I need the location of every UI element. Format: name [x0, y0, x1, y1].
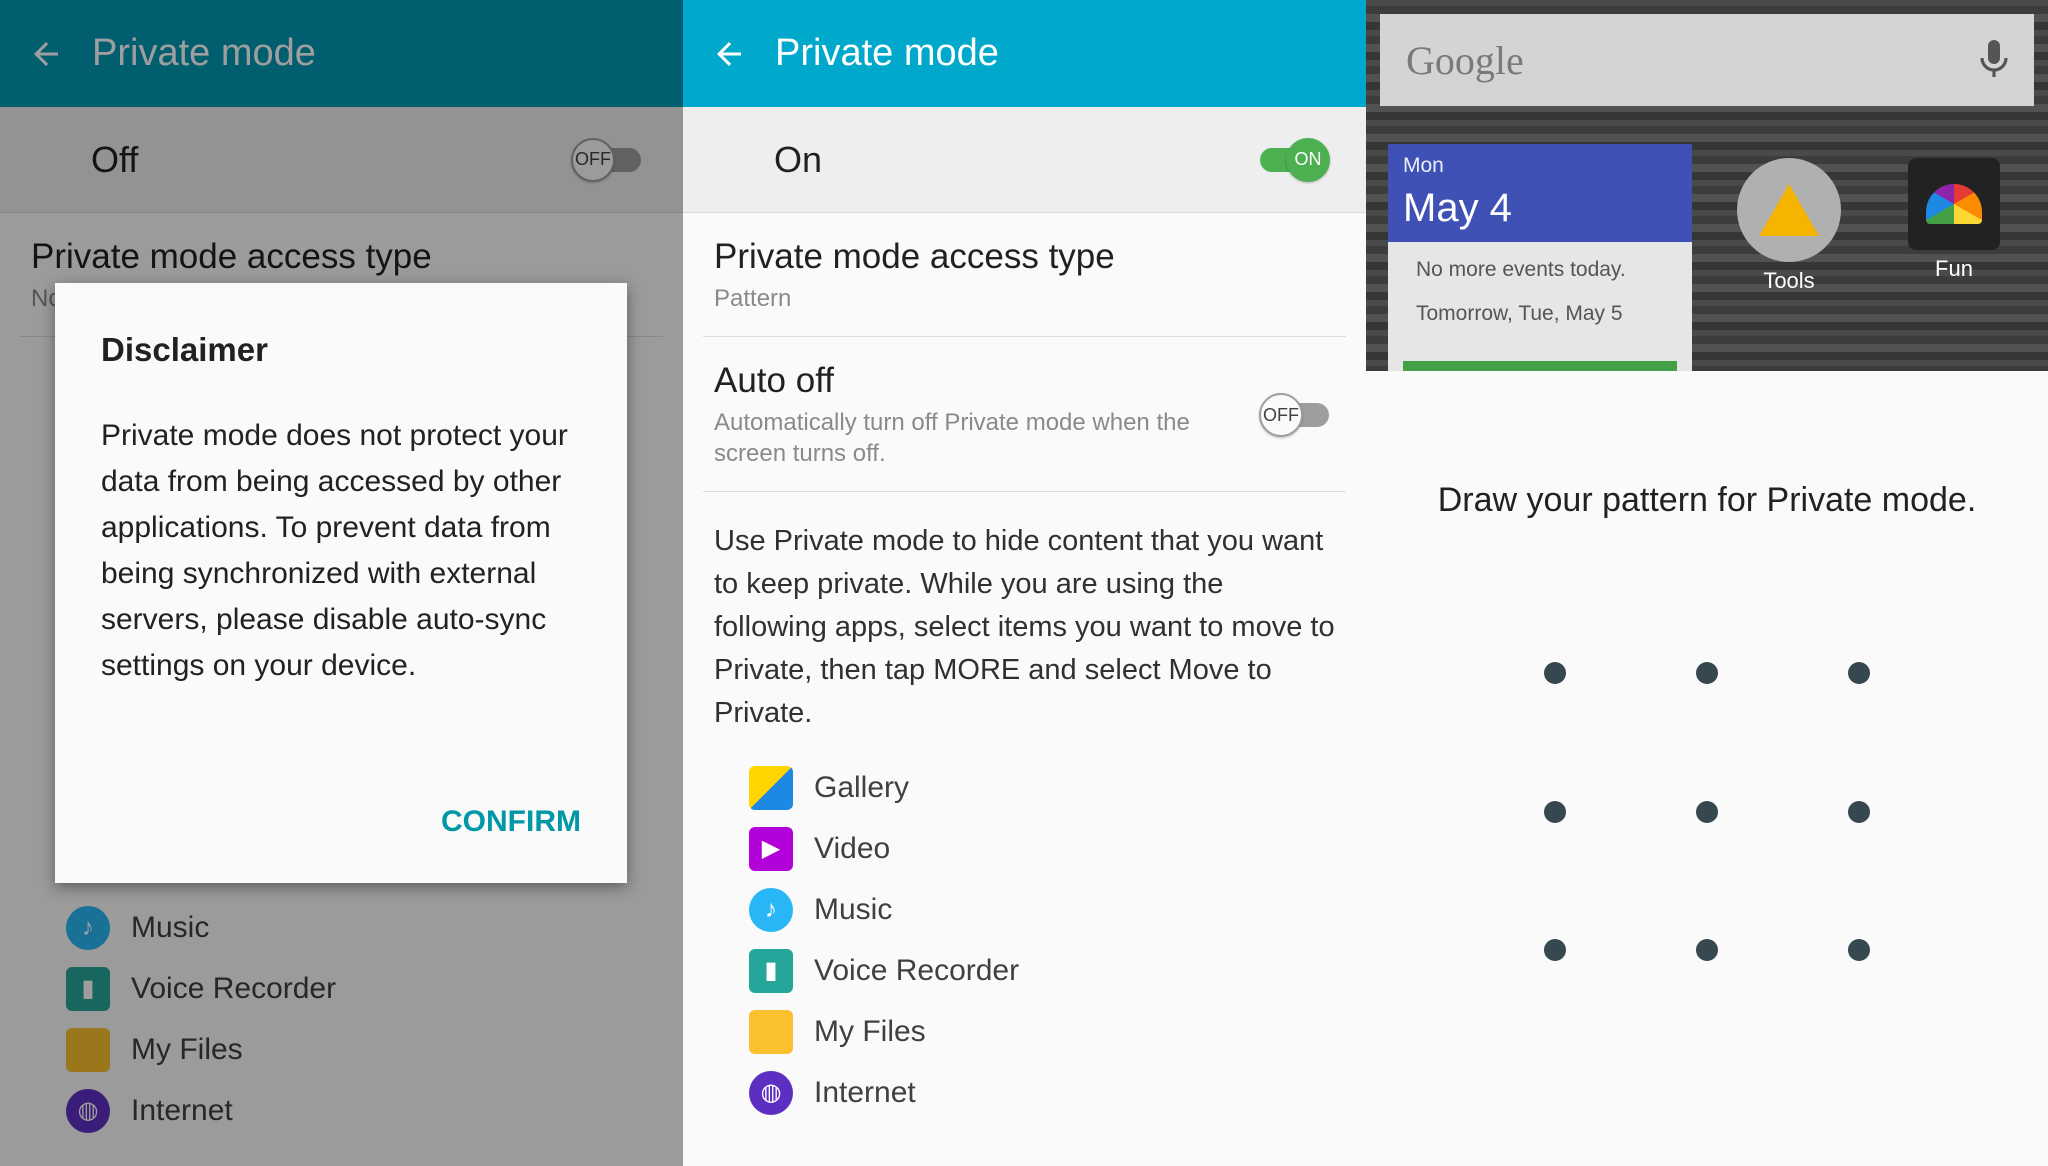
- pattern-dot[interactable]: [1696, 801, 1718, 823]
- calendar-day: Mon: [1403, 154, 1444, 177]
- app-item-video: ▶ Video: [749, 818, 1366, 879]
- auto-off-toggle[interactable]: OFF: [1259, 393, 1335, 437]
- toggle-knob: OFF: [1259, 393, 1303, 437]
- pattern-dot[interactable]: [1848, 939, 1870, 961]
- calendar-event: No more events today.: [1416, 258, 1626, 281]
- app-name: Video: [814, 831, 891, 865]
- access-type-title: Private mode access type: [714, 237, 1115, 276]
- access-type-value: Pattern: [714, 285, 792, 312]
- calendar-widget[interactable]: Mon May 4 No more events today. Tomorrow…: [1388, 144, 1692, 371]
- fun-folder-icon: [1908, 158, 2000, 250]
- tools-folder[interactable]: Tools: [1734, 158, 1844, 294]
- page-title: Private mode: [775, 32, 999, 74]
- auto-off-description: Automatically turn off Private mode when…: [714, 409, 1190, 467]
- pattern-dot[interactable]: [1696, 662, 1718, 684]
- gallery-icon: [749, 765, 793, 810]
- back-arrow-icon[interactable]: [683, 36, 775, 72]
- panel-settings: Private mode On ON Private mode access t…: [683, 0, 1366, 1166]
- pattern-dot[interactable]: [1848, 801, 1870, 823]
- auto-off-row[interactable]: Auto off Automatically turn off Private …: [703, 337, 1346, 492]
- voice-recorder-icon: ▮: [749, 948, 793, 993]
- master-toggle[interactable]: ON: [1254, 137, 1330, 182]
- app-list: Gallery ▶ Video ♪ Music ▮ Voice Recorder…: [749, 757, 1366, 1123]
- internet-icon: ◍: [749, 1070, 793, 1115]
- app-item-music: ♪ Music: [749, 879, 1366, 940]
- calendar-event: Tomorrow, Tue, May 5: [1416, 302, 1623, 325]
- tools-folder-icon: [1737, 158, 1841, 262]
- app-item-internet: ◍ Internet: [749, 1062, 1366, 1123]
- microphone-icon[interactable]: [1980, 40, 2008, 80]
- google-search-bar[interactable]: Google: [1380, 14, 2034, 106]
- app-name: Internet: [814, 1075, 916, 1109]
- app-name: My Files: [814, 1014, 926, 1048]
- app-name: Gallery: [814, 770, 910, 804]
- master-switch-row[interactable]: On ON: [683, 107, 1366, 213]
- my-files-icon: [749, 1009, 793, 1054]
- private-mode-description: Use Private mode to hide content that yo…: [714, 525, 1335, 729]
- toggle-knob: ON: [1286, 137, 1330, 182]
- disclaimer-dialog: Disclaimer Private mode does not protect…: [55, 283, 627, 883]
- app-bar: Private mode: [683, 0, 1366, 107]
- shortcut-label: Fun: [1935, 256, 1973, 281]
- google-logo: Google: [1406, 37, 1524, 83]
- app-name: Music: [814, 892, 893, 926]
- pattern-dot[interactable]: [1848, 662, 1870, 684]
- calendar-header: Mon May 4: [1388, 144, 1692, 242]
- pattern-prompt: Draw your pattern for Private mode.: [1437, 481, 1977, 519]
- calendar-date: May 4: [1403, 186, 1512, 230]
- auto-off-text: Auto off Automatically turn off Private …: [714, 361, 1234, 469]
- app-item-gallery: Gallery: [749, 757, 1366, 818]
- panel-pattern: Google Mon May 4 No more events today. T…: [1366, 0, 2048, 1166]
- shortcut-label: Tools: [1763, 268, 1815, 293]
- home-wallpaper: Google Mon May 4 No more events today. T…: [1366, 0, 2048, 371]
- master-switch-label: On: [774, 138, 823, 180]
- music-icon: ♪: [749, 887, 793, 932]
- app-name: Voice Recorder: [814, 953, 1020, 987]
- calendar-bar: [1403, 361, 1677, 371]
- video-icon: ▶: [749, 826, 793, 871]
- auto-off-title: Auto off: [714, 361, 835, 400]
- dialog-body: Private mode does not protect your data …: [101, 419, 568, 682]
- access-type-row[interactable]: Private mode access type Pattern: [703, 213, 1346, 337]
- pattern-dot[interactable]: [1544, 662, 1566, 684]
- pattern-dot[interactable]: [1696, 939, 1718, 961]
- app-item-voice-recorder: ▮ Voice Recorder: [749, 940, 1366, 1001]
- pattern-dot[interactable]: [1544, 801, 1566, 823]
- panel-disclaimer: Private mode Off OFF Private mode access…: [0, 0, 683, 1166]
- dialog-title: Disclaimer: [101, 331, 268, 368]
- app-item-my-files: My Files: [749, 1001, 1366, 1062]
- pattern-dot[interactable]: [1544, 939, 1566, 961]
- confirm-button[interactable]: CONFIRM: [441, 805, 581, 839]
- fun-folder[interactable]: Fun: [1899, 158, 2009, 282]
